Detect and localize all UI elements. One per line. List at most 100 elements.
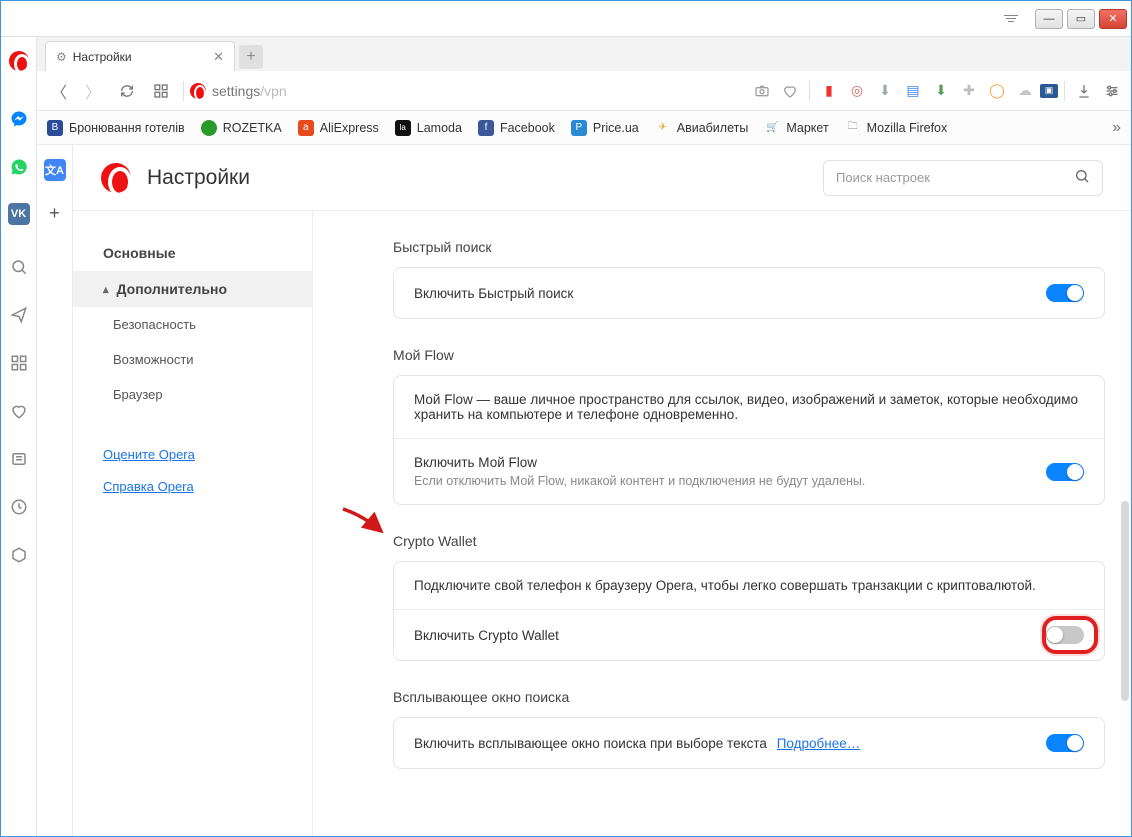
toggle-popup-search[interactable]	[1046, 734, 1084, 752]
row-text: Подключите свой телефон к браузеру Opera…	[414, 578, 1084, 593]
nav-features[interactable]: Возможности	[73, 342, 312, 377]
easy-setup-button[interactable]	[1099, 78, 1125, 104]
translate-badge-icon[interactable]: 文A	[44, 159, 66, 181]
bookmark-label: Price.ua	[593, 121, 639, 135]
new-tab-button[interactable]: +	[239, 45, 263, 69]
tab-settings[interactable]: ⚙ Настройки ✕	[45, 41, 235, 71]
opera-menu-icon[interactable]	[1001, 9, 1021, 29]
nav-security[interactable]: Безопасность	[73, 307, 312, 342]
heart-icon[interactable]	[7, 399, 31, 423]
downloads-button[interactable]	[1071, 78, 1097, 104]
bookmark-item[interactable]: ✈Авиабилеты	[655, 120, 749, 136]
nav-help-opera[interactable]: Справка Opera	[73, 470, 312, 502]
search-icon[interactable]	[7, 255, 31, 279]
speed-dial-button[interactable]	[145, 75, 177, 107]
page-title: Настройки	[147, 166, 250, 190]
learn-more-link[interactable]: Подробнее…	[777, 736, 861, 751]
bookmark-item[interactable]: ROZETKA	[201, 120, 282, 136]
vk-icon[interactable]: VK	[8, 203, 30, 225]
bookmark-label: Бронювання готелів	[69, 121, 185, 135]
bookmarks-bar: BБронювання готелів ROZETKA aAliExpress …	[37, 111, 1131, 145]
ext-adblock-icon[interactable]: ▮	[816, 78, 842, 104]
row-label: Включить Мой Flow	[414, 455, 1046, 470]
opera-logo-icon	[101, 163, 131, 193]
bookmark-item[interactable]: aAliExpress	[298, 120, 379, 136]
bookmark-label: Авиабилеты	[677, 121, 749, 135]
ext-download-icon[interactable]: ⬇	[872, 78, 898, 104]
bookmark-item[interactable]: fFacebook	[478, 120, 555, 136]
heart-outline-icon[interactable]	[777, 78, 803, 104]
bookmark-label: Маркет	[786, 121, 828, 135]
ext-cloud-icon[interactable]: ☁	[1012, 78, 1038, 104]
annotation-arrow-icon	[341, 507, 385, 535]
tab-title: Настройки	[73, 50, 132, 64]
nav-browser[interactable]: Браузер	[73, 377, 312, 412]
url-sub: /vpn	[260, 83, 286, 99]
snapshot-icon[interactable]	[749, 78, 775, 104]
ext-savefrom-icon[interactable]: ⬇	[928, 78, 954, 104]
nav-advanced[interactable]: Дополнительно	[73, 271, 312, 307]
row-enable-popup-search[interactable]: Включить всплывающее окно поиска при выб…	[394, 718, 1104, 768]
browser-window: — ▭ ✕ VK	[0, 0, 1132, 837]
bookmark-item[interactable]: 🛒Маркет	[764, 120, 828, 136]
bookmark-label: Facebook	[500, 121, 555, 135]
gear-icon: ⚙	[56, 50, 67, 64]
window-minimize-button[interactable]: —	[1035, 9, 1063, 29]
settings-mini-sidebar: 文A +	[37, 145, 73, 836]
card-popup-search: Включить всплывающее окно поиска при выб…	[393, 717, 1105, 769]
whatsapp-icon[interactable]	[7, 155, 31, 179]
ext-puzzle-icon[interactable]: ✚	[956, 78, 982, 104]
settings-nav: Основные Дополнительно Безопасность Возм…	[73, 211, 313, 836]
separator	[183, 81, 184, 101]
settings-header: Настройки Поиск настроек	[73, 145, 1131, 211]
window-close-button[interactable]: ✕	[1099, 9, 1127, 29]
scrollbar[interactable]	[1121, 501, 1129, 701]
bookmark-item[interactable]: 🗀Mozilla Firefox	[845, 120, 948, 136]
window-maximize-button[interactable]: ▭	[1067, 9, 1095, 29]
address-bar: 〈 〉 settings/vpn	[37, 71, 1131, 111]
toggle-my-flow[interactable]	[1046, 463, 1084, 481]
toggle-crypto-wallet[interactable]	[1046, 626, 1084, 644]
tab-strip: ⚙ Настройки ✕ +	[37, 37, 1131, 71]
nav-back-button[interactable]: 〈	[43, 75, 75, 107]
row-enable-fast-search[interactable]: Включить Быстрый поиск	[394, 268, 1104, 318]
section-title-popup-search: Всплывающее окно поиска	[393, 689, 1105, 705]
bookmarks-overflow-icon[interactable]: »	[1112, 119, 1121, 137]
bookmark-label: Mozilla Firefox	[867, 121, 948, 135]
news-icon[interactable]	[7, 447, 31, 471]
row-sublabel: Если отключить Мой Flow, никакой контент…	[414, 474, 1046, 488]
url-display[interactable]: settings/vpn	[190, 83, 287, 99]
bookmark-item[interactable]: PPrice.ua	[571, 120, 639, 136]
page-content: 文A + Настройки Поиск настроек	[37, 145, 1131, 836]
extensions-icon[interactable]	[7, 543, 31, 567]
url-main: settings	[212, 83, 260, 99]
section-title-my-flow: Мой Flow	[393, 347, 1105, 363]
bookmark-label: ROZETKA	[223, 121, 282, 135]
separator	[809, 81, 810, 101]
bookmark-item[interactable]: laLamoda	[395, 120, 462, 136]
history-icon[interactable]	[7, 495, 31, 519]
row-enable-crypto-wallet[interactable]: Включить Crypto Wallet	[394, 609, 1104, 660]
toggle-fast-search[interactable]	[1046, 284, 1084, 302]
bookmark-label: Lamoda	[417, 121, 462, 135]
opera-sidebar: VK	[1, 37, 37, 836]
row-enable-my-flow[interactable]: Включить Мой Flow Если отключить Мой Flo…	[394, 438, 1104, 504]
nav-forward-button[interactable]: 〉	[77, 75, 109, 107]
bookmark-item[interactable]: BБронювання готелів	[47, 120, 185, 136]
ext-circle-icon[interactable]: ◯	[984, 78, 1010, 104]
ext-image-icon[interactable]: ▣	[1040, 84, 1058, 98]
ext-translate-icon[interactable]: ▤	[900, 78, 926, 104]
site-icon	[190, 83, 206, 99]
ext-shield-icon[interactable]: ◎	[844, 78, 870, 104]
settings-search-input[interactable]: Поиск настроек	[823, 160, 1103, 196]
tab-close-icon[interactable]: ✕	[213, 49, 224, 65]
speed-dial-icon[interactable]	[7, 351, 31, 375]
add-badge-button[interactable]: +	[49, 203, 60, 224]
messenger-icon[interactable]	[7, 107, 31, 131]
row-crypto-desc: Подключите свой телефон к браузеру Opera…	[394, 562, 1104, 609]
opera-logo-icon[interactable]	[9, 51, 29, 71]
nav-rate-opera[interactable]: Оцените Opera	[73, 438, 312, 470]
nav-basic[interactable]: Основные	[73, 235, 312, 271]
reload-button[interactable]	[111, 75, 143, 107]
send-icon[interactable]	[7, 303, 31, 327]
